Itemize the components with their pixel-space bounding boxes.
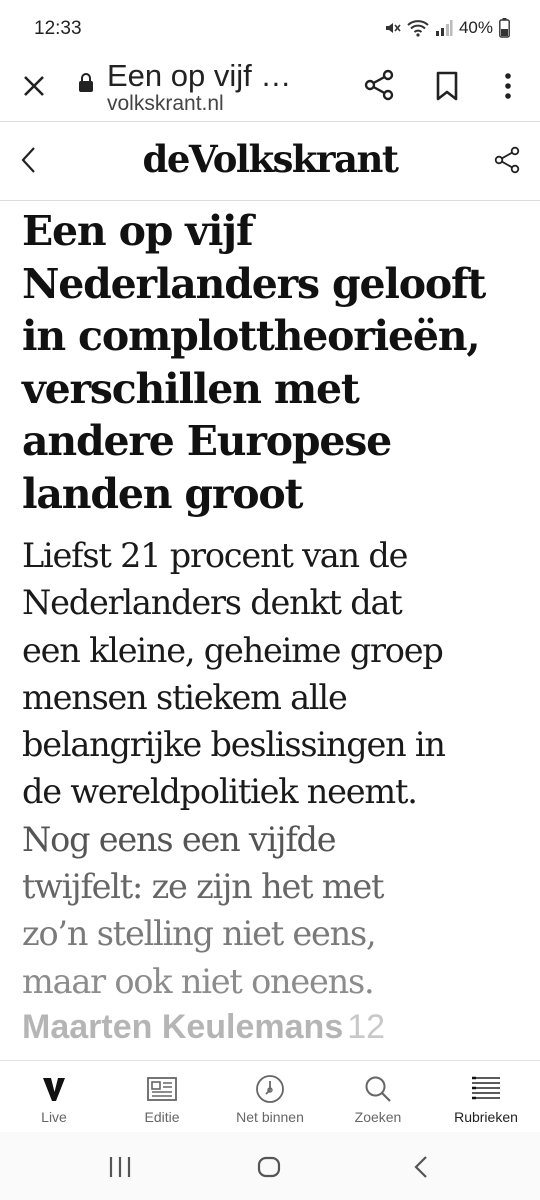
nav-item-live[interactable]: Live xyxy=(0,1061,108,1133)
nav-label-rubrieken: Rubrieken xyxy=(454,1109,518,1125)
share-icon[interactable] xyxy=(492,145,522,175)
author-name[interactable]: Maarten Keulemans xyxy=(22,1008,343,1046)
intro-line: Liefst 21 procent van de xyxy=(22,536,408,575)
status-time: 12:33 xyxy=(34,18,82,39)
home-icon[interactable] xyxy=(256,1154,282,1180)
nav-label-zoeken: Zoeken xyxy=(354,1109,402,1125)
nav-item-zoeken[interactable]: Zoeken xyxy=(324,1061,432,1133)
more-vertical-icon[interactable] xyxy=(498,70,518,102)
nav-item-editie[interactable]: Editie xyxy=(108,1061,216,1133)
article-intro: Liefst 21 procent van de Nederlanders den… xyxy=(22,532,527,1005)
nav-label-editie: Editie xyxy=(144,1109,180,1125)
url-domain[interactable]: volkskrant.nl xyxy=(107,92,224,116)
menu-list-icon xyxy=(432,1073,540,1105)
intro-line: Nog eens een vijfde xyxy=(22,819,337,859)
battery-icon xyxy=(499,18,510,38)
lock-icon xyxy=(78,72,94,92)
battery-percent: 40% xyxy=(458,18,493,37)
wifi-icon xyxy=(407,19,429,37)
nav-label-net-binnen: Net binnen xyxy=(236,1109,304,1125)
nav-item-rubrieken[interactable]: Rubrieken xyxy=(432,1061,540,1133)
nav-label-live: Live xyxy=(41,1109,67,1125)
signal-icon xyxy=(435,19,453,37)
back-icon[interactable] xyxy=(408,1154,434,1180)
newspaper-icon xyxy=(108,1073,216,1105)
mute-icon xyxy=(383,19,401,37)
intro-line: belangrijke beslissingen in xyxy=(22,725,446,765)
bottom-nav: Live Editie Net binnen Zoeken Rubrieken xyxy=(0,1060,540,1132)
bookmark-icon[interactable] xyxy=(433,70,461,102)
site-logo[interactable]: deVolkskrant xyxy=(0,137,540,181)
status-icons: 40% xyxy=(383,18,510,38)
intro-line: zo’n stelling niet eens, xyxy=(22,914,377,954)
close-icon[interactable] xyxy=(20,72,48,100)
article-headline: Een op vijf Nederlanders gelooft in comp… xyxy=(22,207,486,518)
browser-toolbar: Een op vijf … volkskrant.nl xyxy=(0,56,540,122)
site-header: deVolkskrant xyxy=(0,123,540,201)
intro-line: Nederlanders denkt dat xyxy=(22,583,403,623)
author-row: Maarten Keulemans 12 xyxy=(22,1008,385,1047)
intro-line: een kleine, geheime groep xyxy=(22,630,444,670)
clock-icon xyxy=(216,1073,324,1105)
author-suffix: 12 xyxy=(347,1008,386,1046)
nav-item-net-binnen[interactable]: Net binnen xyxy=(216,1061,324,1133)
intro-line: mensen stiekem alle xyxy=(22,677,348,717)
recent-apps-icon[interactable] xyxy=(107,1154,133,1180)
v-logo-icon xyxy=(0,1073,108,1105)
share-icon[interactable] xyxy=(362,68,396,102)
intro-line: de wereldpolitiek neemt. xyxy=(22,772,418,812)
search-icon xyxy=(324,1073,432,1105)
page-title[interactable]: Een op vijf … xyxy=(107,58,291,94)
status-bar: 12:33 40% xyxy=(0,0,540,56)
intro-line: twijfelt: ze zijn het met xyxy=(22,867,384,907)
intro-line: maar ook niet oneens. xyxy=(22,961,375,1001)
android-nav-bar xyxy=(0,1132,540,1200)
